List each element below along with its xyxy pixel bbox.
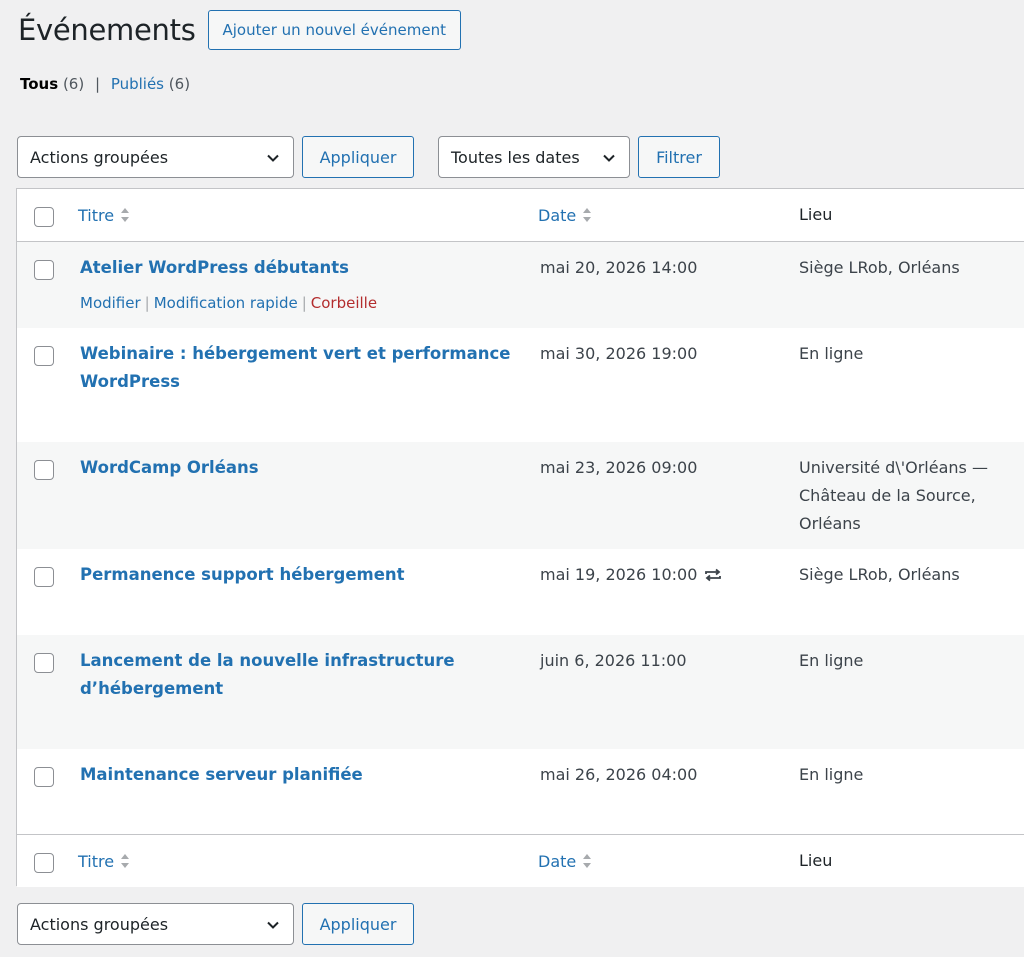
event-title-link[interactable]: Maintenance serveur planifiée — [80, 761, 520, 789]
sort-icon — [583, 854, 592, 868]
event-title-link[interactable]: Lancement de la nouvelle infrastructure … — [80, 647, 480, 703]
date-filter-select[interactable]: Toutes les dates — [438, 136, 630, 178]
column-date-label: Date — [538, 205, 577, 225]
add-event-button[interactable]: Ajouter un nouvel événement — [207, 10, 461, 50]
quick-edit-link[interactable]: Modification rapide — [154, 294, 298, 312]
events-table: Titre Date Lieu Atelier WordPress débuta… — [16, 188, 1024, 887]
view-all-label[interactable]: Tous — [20, 75, 58, 93]
event-date: mai 19, 2026 10:00 — [540, 561, 722, 589]
sort-icon — [121, 208, 130, 222]
event-date-text: mai 30, 2026 19:00 — [540, 344, 698, 363]
row-checkbox[interactable] — [34, 460, 54, 480]
row-checkbox[interactable] — [34, 567, 54, 587]
event-title-link[interactable]: WordCamp Orléans — [80, 454, 520, 482]
bulk-actions-value: Actions groupées — [30, 914, 169, 934]
row-checkbox[interactable] — [34, 653, 54, 673]
bulk-actions-value: Actions groupées — [30, 147, 169, 167]
event-lieu: Siège LRob, Orléans — [799, 258, 960, 277]
event-date-text: mai 23, 2026 09:00 — [540, 458, 698, 477]
event-date: mai 26, 2026 04:00 — [540, 761, 697, 789]
chevron-down-icon — [603, 154, 615, 162]
event-lieu: En ligne — [799, 344, 864, 363]
row-actions-separator: | — [301, 294, 307, 312]
column-date-sort-footer[interactable]: Date — [538, 850, 592, 872]
trash-link[interactable]: Corbeille — [311, 294, 377, 312]
row-checkbox[interactable] — [34, 767, 54, 787]
apply-button-top[interactable]: Appliquer — [302, 136, 414, 178]
sort-icon — [583, 208, 592, 222]
sort-icon — [121, 854, 130, 868]
event-date: mai 30, 2026 19:00 — [540, 340, 697, 368]
table-row: Webinaire : hébergement vert et performa… — [17, 328, 1024, 442]
column-lieu-label: Lieu — [799, 205, 833, 224]
column-date-label: Date — [538, 851, 577, 871]
view-separator: | — [94, 75, 101, 93]
bulk-actions-select-bottom[interactable]: Actions groupées — [17, 903, 294, 945]
table-row: Permanence support hébergement mai 19, 2… — [17, 549, 1024, 635]
column-title-sort[interactable]: Titre — [78, 204, 130, 226]
table-row: Maintenance serveur planifiée mai 26, 20… — [17, 749, 1024, 834]
table-header: Titre Date Lieu — [17, 189, 1024, 242]
event-date: juin 6, 2026 11:00 — [540, 647, 687, 675]
event-date-text: juin 6, 2026 11:00 — [540, 651, 687, 670]
column-title-label: Titre — [78, 205, 115, 225]
column-title-label: Titre — [78, 851, 115, 871]
page-header: Événements Ajouter un nouvel événement — [18, 8, 461, 52]
row-actions-separator: | — [144, 294, 150, 312]
table-footer: Titre Date Lieu — [17, 834, 1024, 887]
filter-button[interactable]: Filtrer — [638, 136, 720, 178]
repeat-icon — [705, 568, 722, 582]
view-all-count: (6) — [62, 75, 85, 93]
event-title-link[interactable]: Webinaire : hébergement vert et performa… — [80, 340, 520, 396]
table-row: WordCamp Orléans mai 23, 2026 09:00 Univ… — [17, 442, 1024, 549]
select-all-checkbox-footer[interactable] — [34, 853, 54, 873]
bulk-actions-select-top[interactable]: Actions groupées — [17, 136, 294, 178]
apply-button-bottom[interactable]: Appliquer — [302, 903, 414, 945]
date-filter-value: Toutes les dates — [451, 147, 580, 167]
event-title-link[interactable]: Atelier WordPress débutants — [80, 254, 520, 282]
table-row: Lancement de la nouvelle infrastructure … — [17, 635, 1024, 749]
page-title: Événements — [18, 13, 196, 47]
events-screen: Événements Ajouter un nouvel événement T… — [0, 0, 1024, 957]
view-filters: Tous (6) | Publiés (6) — [20, 74, 190, 94]
table-row: Atelier WordPress débutants Modifier | Mod… — [17, 242, 1024, 328]
edit-link[interactable]: Modifier — [80, 294, 141, 312]
event-date-text: mai 19, 2026 10:00 — [540, 565, 698, 584]
event-date-text: mai 20, 2026 14:00 — [540, 258, 698, 277]
column-date-sort[interactable]: Date — [538, 204, 592, 226]
view-published-count: (6) — [168, 75, 191, 93]
event-lieu: Université d\'Orléans — Château de la So… — [799, 458, 988, 533]
event-lieu: Siège LRob, Orléans — [799, 565, 960, 584]
event-date: mai 20, 2026 14:00 — [540, 254, 697, 282]
chevron-down-icon — [267, 921, 279, 929]
row-actions: Modifier | Modification rapide | Corbeille — [80, 293, 377, 313]
event-date: mai 23, 2026 09:00 — [540, 454, 697, 482]
event-lieu: En ligne — [799, 765, 864, 784]
row-checkbox[interactable] — [34, 260, 54, 280]
column-lieu-label: Lieu — [799, 851, 833, 870]
event-lieu: En ligne — [799, 651, 864, 670]
row-checkbox[interactable] — [34, 346, 54, 366]
view-published-link[interactable]: Publiés — [111, 75, 164, 93]
column-title-sort-footer[interactable]: Titre — [78, 850, 130, 872]
event-title-link[interactable]: Permanence support hébergement — [80, 561, 520, 589]
select-all-checkbox[interactable] — [34, 207, 54, 227]
event-date-text: mai 26, 2026 04:00 — [540, 765, 698, 784]
chevron-down-icon — [267, 154, 279, 162]
